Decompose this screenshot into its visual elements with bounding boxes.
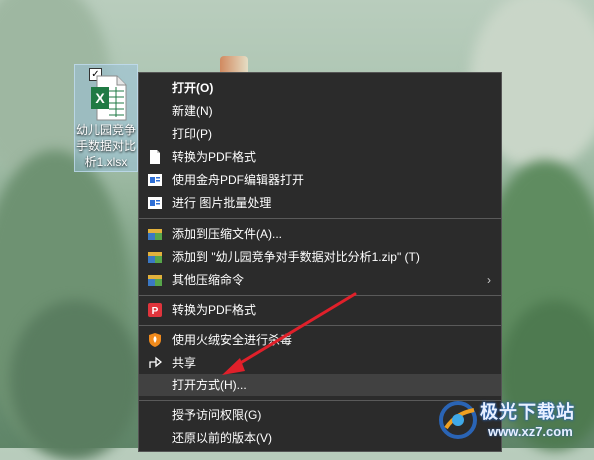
menu-separator [139,295,501,296]
image-batch-icon [148,197,162,209]
menu-item-jinzhou-pdf[interactable]: 使用金舟PDF编辑器打开 [139,169,501,191]
watermark-title: 极光下载站 [480,402,575,422]
archive-icon [148,252,162,263]
menu-separator [139,218,501,219]
menu-item-other-compress[interactable]: 其他压缩命令 › [139,269,501,291]
file-name-label: 幼儿园竞争 手数据对比 析1.xlsx [75,123,136,169]
site-watermark: 极光下载站 www.xz7.com [436,394,594,448]
menu-item-huorong-scan[interactable]: 使用火绒安全进行杀毒 [139,329,501,351]
menu-item-image-batch[interactable]: 进行 图片批量处理 [139,192,501,214]
menu-item-convert-pdf-2[interactable]: P 转换为PDF格式 [139,299,501,321]
menu-item-add-to-zip[interactable]: 添加到 "幼儿园竞争对手数据对比分析1.zip" (T) [139,246,501,268]
chevron-right-icon: › [487,273,491,287]
archive-icon [148,275,162,286]
menu-item-print[interactable]: 打印(P) [139,123,501,145]
excel-file-icon: X [91,75,127,121]
menu-item-add-archive[interactable]: 添加到压缩文件(A)... [139,223,501,245]
watermark-url: www.xz7.com [488,424,573,439]
menu-item-share[interactable]: 共享 [139,352,501,374]
pdf-editor-icon [148,174,162,186]
svg-text:X: X [95,90,105,106]
document-icon [150,150,160,164]
partial-desktop-icon[interactable] [220,56,248,72]
menu-item-open[interactable]: 打开(O) [139,77,501,99]
menu-item-open-with[interactable]: 打开方式(H)... [139,374,501,396]
svg-text:P: P [152,306,159,317]
desktop-file-icon[interactable]: ✓ X 幼儿园竞争 手数据对比 析1.xlsx [74,64,138,172]
share-icon [149,356,162,368]
archive-icon [148,229,162,240]
menu-separator [139,325,501,326]
menu-item-new[interactable]: 新建(N) [139,100,501,122]
shield-icon [149,333,161,347]
menu-item-convert-pdf[interactable]: 转换为PDF格式 [139,146,501,168]
pdf-red-icon: P [148,303,162,317]
watermark-logo-icon [439,401,477,439]
